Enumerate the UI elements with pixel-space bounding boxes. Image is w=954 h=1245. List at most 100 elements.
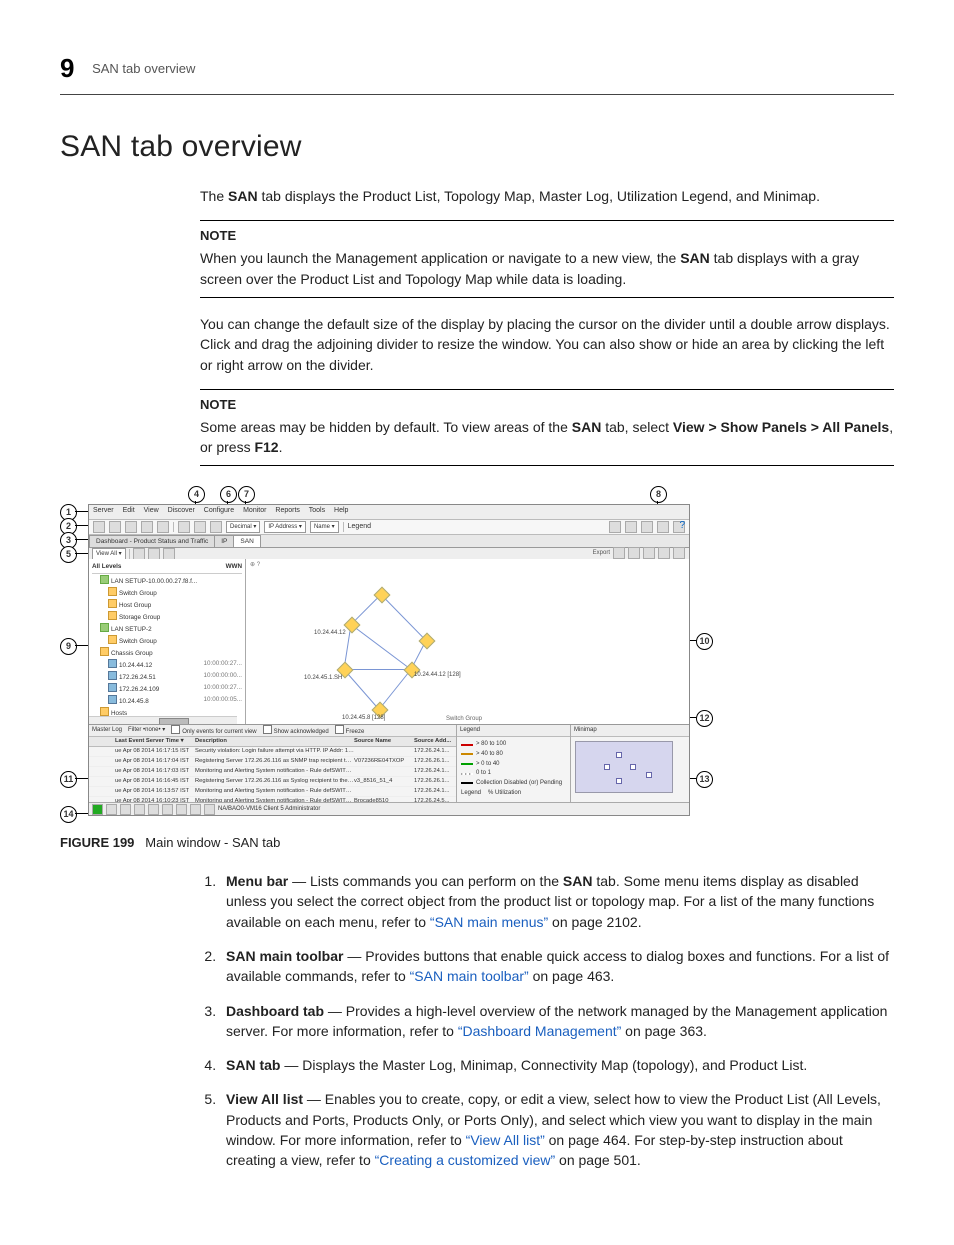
page-title: SAN tab overview [60, 125, 894, 169]
status-icon[interactable] [190, 804, 201, 815]
tree-node[interactable]: 10.24.45.810:00:00:05... [92, 695, 242, 707]
topology-node[interactable] [344, 617, 361, 634]
zoom-control[interactable]: ⊕ ? [250, 561, 260, 570]
toolbar-button[interactable] [210, 521, 222, 533]
log-header[interactable]: Description [195, 737, 354, 746]
running-head-text: SAN tab overview [92, 61, 195, 76]
chk-show-ack[interactable]: Show acknowledged [263, 725, 329, 736]
tree-node[interactable]: 10.24.44.1210:00:00:27... [92, 659, 242, 671]
status-icon[interactable] [92, 804, 103, 815]
tree-node[interactable]: 172.26.24.10910:00:00:27... [92, 683, 242, 695]
status-icon[interactable] [120, 804, 131, 815]
export-button[interactable] [673, 547, 685, 559]
help-icon[interactable]: ? [679, 519, 685, 534]
log-row[interactable]: ue Apr 08 2014 16:17:04 ISTRegistering S… [89, 757, 456, 767]
chk-current-view[interactable]: Only events for current view [171, 725, 256, 736]
log-cell: Registering Server 172.26.26.116 as SNMP… [195, 757, 354, 766]
tree-icon [100, 707, 109, 716]
callout-11: 11 [60, 771, 77, 788]
tree-icon [108, 635, 117, 644]
tree-node[interactable]: Chassis Group [92, 647, 242, 659]
status-icon[interactable] [134, 804, 145, 815]
tree-header-levels[interactable]: All Levels [92, 562, 226, 572]
xref-san-main-menus[interactable]: “SAN main menus” [430, 914, 548, 930]
export-button[interactable] [643, 547, 655, 559]
tree-header-wwn[interactable]: WWN [226, 562, 242, 572]
toolbar-button[interactable] [625, 521, 637, 533]
list-item: View All list — Enables you to create, c… [220, 1089, 894, 1170]
log-row[interactable]: ue Apr 08 2014 16:16:45 ISTRegistering S… [89, 777, 456, 787]
menu-tools[interactable]: Tools [309, 507, 325, 514]
toolbar-select-name[interactable]: Name ▾ [310, 521, 339, 533]
tree-node[interactable]: Switch Group [92, 635, 242, 647]
toolbar-button[interactable] [141, 521, 153, 533]
status-icon[interactable] [162, 804, 173, 815]
toolbar-select-decimal[interactable]: Decimal ▾ [226, 521, 260, 533]
menu-view[interactable]: View [144, 507, 159, 514]
minimap-title: Minimap [571, 725, 689, 737]
log-header[interactable]: Source Name [354, 737, 414, 746]
topology-map[interactable]: ⊕ ? Switch Group 10.24.44.1210.24.45.1.S… [246, 559, 689, 725]
tab-ip[interactable]: IP [214, 535, 234, 547]
master-log-bar: Master Log Filter •none• ▾ Only events f… [89, 725, 456, 737]
menu-help[interactable]: Help [334, 507, 348, 514]
tree-node[interactable]: LAN SETUP-2 [92, 623, 242, 635]
toolbar-button[interactable] [657, 521, 669, 533]
log-cell: ue Apr 08 2014 16:17:04 IST [115, 757, 195, 766]
master-log-filter[interactable]: Filter •none• ▾ [128, 726, 165, 735]
status-icon[interactable] [106, 804, 117, 815]
menu-reports[interactable]: Reports [275, 507, 300, 514]
legend-label: Legend [461, 789, 481, 798]
menu-discover[interactable]: Discover [168, 507, 195, 514]
master-log: Master Log Filter •none• ▾ Only events f… [89, 725, 457, 803]
xref-creating-customized-view[interactable]: “Creating a customized view” [375, 1152, 556, 1168]
toolbar-button[interactable] [609, 521, 621, 533]
status-icon[interactable] [148, 804, 159, 815]
log-cell [354, 767, 414, 776]
minimap[interactable] [575, 741, 673, 793]
log-row[interactable]: ue Apr 08 2014 16:17:03 ISTMonitoring an… [89, 767, 456, 777]
tree-node[interactable]: Switch Group [92, 587, 242, 599]
menu-monitor[interactable]: Monitor [243, 507, 266, 514]
log-row[interactable]: ue Apr 08 2014 16:17:15 ISTSecurity viol… [89, 747, 456, 757]
xref-san-main-toolbar[interactable]: “SAN main toolbar” [410, 968, 529, 984]
log-cell [89, 757, 115, 766]
legend-row: > 40 to 80 [461, 750, 566, 759]
chk-freeze[interactable]: Freeze [335, 725, 365, 736]
tree-node[interactable]: LAN SETUP-10.00.00.27.f8.f... [92, 575, 242, 587]
export-button[interactable] [628, 547, 640, 559]
menu-server[interactable]: Server [93, 507, 114, 514]
toolbar-button[interactable] [178, 521, 190, 533]
status-icon[interactable] [204, 804, 215, 815]
toolbar-button[interactable] [157, 521, 169, 533]
tree-node[interactable]: Storage Group [92, 611, 242, 623]
tab-san[interactable]: SAN [233, 535, 260, 547]
menu-configure[interactable]: Configure [204, 507, 234, 514]
toolbar-button[interactable] [125, 521, 137, 533]
log-header[interactable] [89, 737, 115, 746]
toolbar-button[interactable] [641, 521, 653, 533]
toolbar-button[interactable] [194, 521, 206, 533]
toolbar-button[interactable] [93, 521, 105, 533]
log-cell: Registering Server 172.26.26.116 as Sysl… [195, 777, 354, 786]
xref-dashboard-management[interactable]: “Dashboard Management” [458, 1023, 621, 1039]
product-list[interactable]: All LevelsWWN LAN SETUP-10.00.00.27.f8.f… [89, 559, 246, 725]
status-icon[interactable] [176, 804, 187, 815]
log-header[interactable]: Source Add... [414, 737, 456, 746]
legend-title: Legend [457, 725, 570, 737]
tab-dashboard[interactable]: Dashboard - Product Status and Traffic [89, 535, 215, 547]
menu-edit[interactable]: Edit [123, 507, 135, 514]
export-button[interactable] [658, 547, 670, 559]
xref-view-all-list[interactable]: “View All list” [466, 1132, 545, 1148]
toolbar-select-ip[interactable]: IP Address ▾ [264, 521, 306, 533]
master-log-table[interactable]: Last Event Server Time ▾DescriptionSourc… [89, 737, 456, 803]
log-row[interactable]: ue Apr 08 2014 16:13:57 ISTMonitoring an… [89, 787, 456, 797]
log-header[interactable]: Last Event Server Time ▾ [115, 737, 195, 746]
tree-node[interactable]: 172.26.24.5110:00:00:00... [92, 671, 242, 683]
toolbar-button[interactable] [109, 521, 121, 533]
export-button[interactable] [613, 547, 625, 559]
topology-edge [379, 669, 412, 710]
callout-14: 14 [60, 806, 77, 823]
menu-bar[interactable]: Server Edit View Discover Configure Moni… [89, 505, 689, 520]
tree-node[interactable]: Host Group [92, 599, 242, 611]
